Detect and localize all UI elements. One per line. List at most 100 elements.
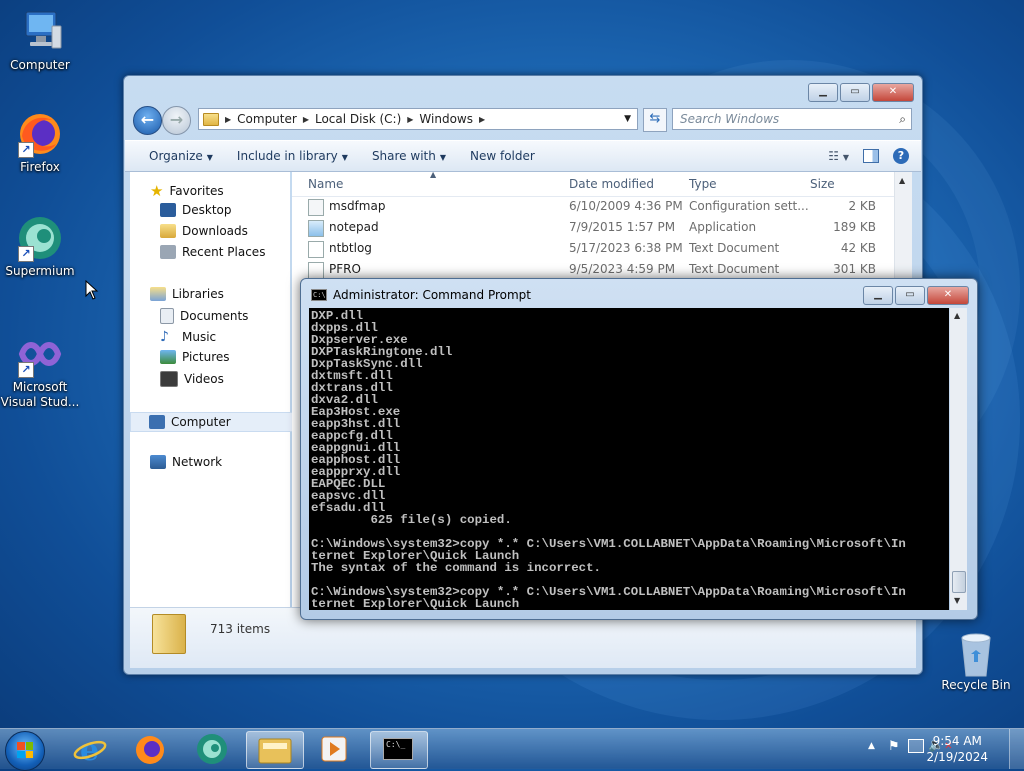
column-size[interactable]: Size: [810, 177, 835, 191]
nav-computer[interactable]: Computer: [130, 412, 300, 432]
taskbar-firefox[interactable]: [122, 731, 178, 767]
minimize-button[interactable]: ▁: [863, 286, 893, 305]
pictures-icon: [160, 350, 176, 364]
network-tray-icon[interactable]: [908, 739, 924, 753]
desktop-icon-firefox[interactable]: ↗ Firefox: [0, 110, 80, 175]
close-button[interactable]: ✕: [872, 83, 914, 102]
documents-icon: [160, 308, 174, 324]
console-scrollbar[interactable]: ▲ ▼: [950, 308, 967, 610]
new-folder-button[interactable]: New folder: [458, 149, 547, 163]
change-view-icon[interactable]: ☷ ▼: [828, 149, 849, 163]
console-text: DXP.dll dxpps.dll Dxpserver.exe DXPTaskR…: [311, 309, 906, 610]
nav-desktop[interactable]: Desktop: [160, 203, 232, 217]
taskbar-command-prompt[interactable]: C:\_: [370, 731, 428, 769]
column-date-modified[interactable]: Date modified: [569, 177, 654, 191]
action-center-flag-icon[interactable]: ⚑: [888, 739, 900, 754]
desktop-icon-visual-studio[interactable]: ↗ Microsoft Visual Stud...: [0, 330, 80, 410]
file-size: 2 KB: [848, 199, 876, 213]
column-type[interactable]: Type: [689, 177, 717, 191]
forward-button[interactable]: →: [162, 106, 191, 135]
command-prompt-icon-text: C:\_: [386, 740, 406, 749]
folder-icon: [203, 112, 219, 126]
file-name: msdfmap: [329, 199, 386, 213]
recent-places-icon: [160, 245, 176, 259]
window-title-text: Administrator: Command Prompt: [333, 288, 531, 302]
nav-label: Favorites: [169, 184, 224, 198]
text-document-icon: [308, 241, 324, 258]
column-header: Name ▲ Date modified Type Size: [292, 170, 894, 197]
breadcrumb-windows[interactable]: Windows: [419, 112, 473, 126]
include-in-library-button[interactable]: Include in library ▼: [225, 149, 360, 163]
scroll-down-icon[interactable]: ▼: [954, 596, 960, 605]
nav-favorites[interactable]: ★ Favorites: [150, 182, 224, 200]
address-bar[interactable]: ▶ Computer ▶ Local Disk (C:) ▶ Windows ▶…: [198, 108, 638, 130]
nav-label: Network: [172, 455, 223, 469]
breadcrumb-local-disk[interactable]: Local Disk (C:): [315, 112, 401, 126]
clock[interactable]: 9:54 AM 2/19/2024: [926, 733, 988, 765]
organize-label: Organize: [149, 149, 203, 163]
maximize-button[interactable]: ▭: [840, 83, 870, 102]
scroll-up-icon[interactable]: ▲: [899, 176, 905, 185]
taskbar-supermium[interactable]: [184, 731, 240, 767]
file-row[interactable]: msdfmap 6/10/2009 4:36 PM Configuration …: [292, 196, 894, 217]
nav-videos[interactable]: Videos: [160, 371, 224, 387]
nav-libraries[interactable]: Libraries: [150, 287, 224, 301]
nav-pictures[interactable]: Pictures: [160, 350, 230, 364]
command-prompt-window[interactable]: C:\ Administrator: Command Prompt ▁ ▭ ✕ …: [300, 278, 978, 620]
organize-button[interactable]: Organize ▼: [125, 149, 225, 163]
clock-time: 9:54 AM: [932, 734, 982, 748]
back-button[interactable]: ←: [133, 106, 162, 135]
clock-date: 2/19/2024: [926, 750, 988, 764]
computer-icon: [149, 415, 165, 429]
nav-recent-places[interactable]: Recent Places: [160, 245, 265, 259]
scroll-thumb[interactable]: [952, 571, 966, 593]
scroll-up-icon[interactable]: ▲: [954, 311, 960, 320]
nav-documents[interactable]: Documents: [160, 308, 248, 324]
help-icon[interactable]: ?: [893, 148, 909, 164]
taskbar: e C:\_ ▲ ⚑ 🔈✕ 9:54 AM 2/19/2024: [0, 728, 1024, 771]
preview-pane-icon[interactable]: [863, 149, 879, 163]
file-row[interactable]: PFRO 9/5/2023 4:59 PM Text Document 301 …: [292, 259, 894, 280]
file-row[interactable]: ntbtlog 5/17/2023 6:38 PM Text Document …: [292, 238, 894, 259]
window-title: C:\ Administrator: Command Prompt: [311, 288, 531, 302]
show-hidden-icons-icon[interactable]: ▲: [868, 741, 875, 751]
nav-music[interactable]: ♪ Music: [160, 329, 216, 345]
view-controls: ☷ ▼ ?: [828, 148, 921, 164]
breadcrumb-computer[interactable]: Computer: [237, 112, 297, 126]
taskbar-internet-explorer[interactable]: e: [62, 731, 118, 768]
search-icon[interactable]: ⌕: [899, 109, 906, 129]
system-tray: ▲ ⚑ 🔈✕ 9:54 AM 2/19/2024: [824, 729, 1024, 769]
minimize-button[interactable]: ▁: [808, 83, 838, 102]
file-row[interactable]: notepad 7/9/2015 1:57 PM Application 189…: [292, 217, 894, 238]
file-size: 301 KB: [833, 262, 876, 276]
close-button[interactable]: ✕: [927, 286, 969, 305]
nav-label: Documents: [180, 309, 249, 323]
desktop-icon-computer[interactable]: Computer: [0, 8, 80, 73]
maximize-button[interactable]: ▭: [895, 286, 925, 305]
firefox-icon: [136, 736, 164, 764]
file-date: 6/10/2009 4:36 PM: [569, 199, 683, 213]
taskbar-media-player[interactable]: [306, 731, 362, 767]
column-name[interactable]: Name: [308, 177, 343, 191]
desktop-icon-recycle-bin[interactable]: Recycle Bin: [940, 630, 1012, 692]
start-button[interactable]: [5, 731, 45, 771]
desktop-icon-supermium[interactable]: ↗ Supermium: [0, 214, 80, 279]
taskbar-explorer[interactable]: [246, 731, 304, 769]
application-icon: [308, 220, 324, 237]
star-icon: ★: [150, 182, 164, 200]
address-dropdown-icon[interactable]: ▼: [624, 114, 631, 124]
window-controls: ▁ ▭ ✕: [863, 286, 969, 305]
share-with-button[interactable]: Share with ▼: [360, 149, 458, 163]
folder-icon: [258, 738, 292, 764]
search-input[interactable]: Search Windows ⌕: [672, 108, 912, 130]
console-output[interactable]: DXP.dll dxpps.dll Dxpserver.exe DXPTaskR…: [309, 308, 949, 610]
shortcut-arrow-icon: ↗: [18, 142, 34, 158]
nav-network[interactable]: Network: [150, 455, 222, 469]
file-date: 5/17/2023 6:38 PM: [569, 241, 683, 255]
file-name: PFRO: [329, 262, 361, 276]
media-player-icon: [321, 736, 347, 762]
nav-downloads[interactable]: Downloads: [160, 224, 248, 238]
desktop-icon: [160, 203, 176, 217]
refresh-button[interactable]: ⇆: [643, 108, 667, 132]
show-desktop-button[interactable]: [1009, 729, 1024, 769]
